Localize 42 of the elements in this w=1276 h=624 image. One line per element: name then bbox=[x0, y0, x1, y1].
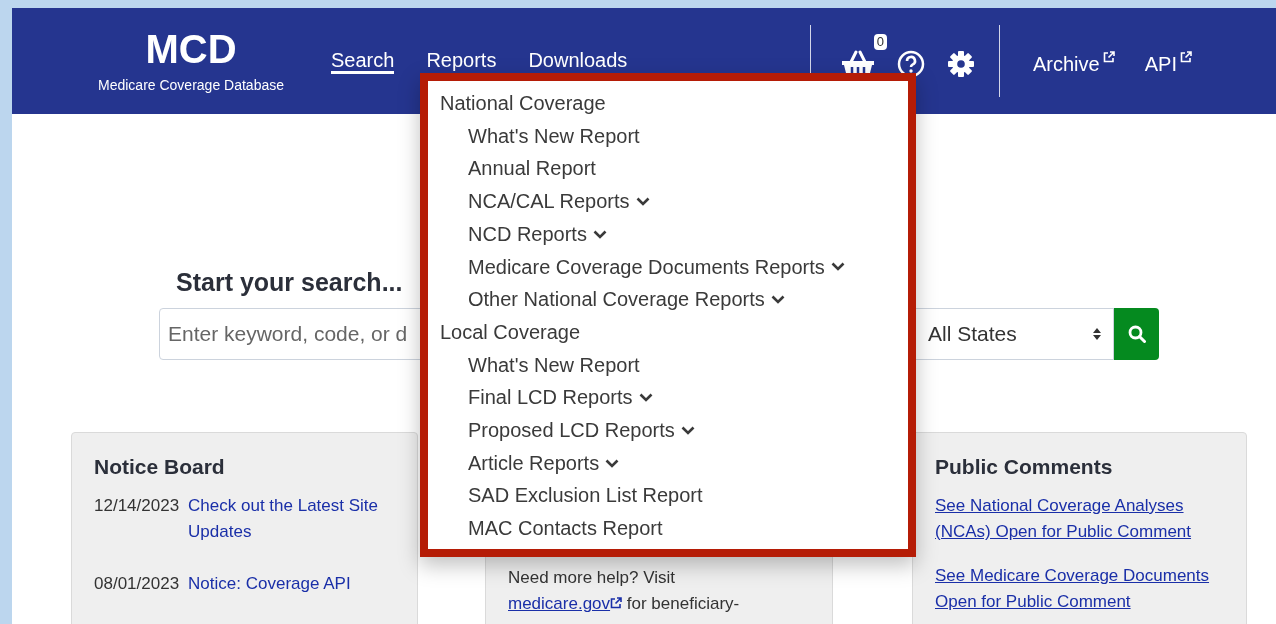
menu-item[interactable]: SAD Exclusion List Report bbox=[440, 479, 908, 513]
site-logo[interactable]: MCD bbox=[145, 29, 237, 69]
cart-count-badge: 0 bbox=[873, 34, 887, 50]
nav-link[interactable]: Downloads bbox=[528, 48, 628, 74]
menu-section-heading[interactable]: Local Coverage bbox=[440, 315, 908, 349]
external-link[interactable]: Archive bbox=[1033, 52, 1115, 76]
menu-item[interactable]: Proposed LCD Reports bbox=[440, 414, 908, 447]
site-subtitle: Medicare Coverage Database bbox=[98, 77, 284, 93]
card-title: Notice Board bbox=[94, 455, 226, 479]
menu-item[interactable]: Final LCD Reports bbox=[440, 381, 908, 415]
help-text: Need more help? Visit medicare.gov for beneficiary- bbox=[508, 567, 741, 615]
notice-link[interactable]: Notice: Coverage API bbox=[188, 571, 351, 597]
search-button[interactable] bbox=[1114, 308, 1159, 360]
external-link-icon bbox=[610, 597, 623, 609]
medicare-link[interactable]: medicare.gov bbox=[508, 594, 623, 613]
notice-date: 12/14/2023 bbox=[94, 495, 180, 517]
settings-icon[interactable] bbox=[947, 50, 975, 78]
external-link-icon bbox=[1179, 50, 1192, 63]
notice-date: 08/01/2023 bbox=[94, 573, 180, 595]
external-link-icon bbox=[1102, 50, 1115, 63]
menu-item[interactable]: Other National Coverage Reports bbox=[440, 283, 908, 316]
search-heading: Start your search... bbox=[176, 267, 403, 298]
menu-item[interactable]: Medicare Coverage Documents Reports bbox=[440, 250, 908, 284]
menu-item[interactable]: Article Reports bbox=[440, 446, 908, 480]
help-icon[interactable] bbox=[897, 50, 925, 78]
state-select[interactable]: All States bbox=[915, 308, 1114, 360]
menu-item[interactable]: NCA/CAL Reports bbox=[440, 185, 908, 218]
notice-link[interactable]: Check out the Latest Site Updates bbox=[188, 493, 395, 545]
sort-arrows-icon bbox=[1093, 328, 1101, 340]
external-link[interactable]: API bbox=[1144, 52, 1192, 76]
nav-link[interactable]: Reports bbox=[426, 48, 497, 74]
menu-item[interactable]: What's New Report bbox=[440, 119, 908, 153]
card-title: Public Comments bbox=[935, 455, 1114, 479]
nav-link[interactable]: Search bbox=[331, 48, 395, 74]
search-icon bbox=[1127, 325, 1146, 343]
menu-item[interactable]: Annual Report bbox=[440, 152, 908, 186]
menu-item[interactable]: NCD Reports bbox=[440, 217, 908, 251]
public-comment-link[interactable]: See Medicare Coverage Documents Open for Public Comment bbox=[935, 563, 1224, 615]
public-comment-link[interactable]: See National Coverage Analyses (NCAs) Open for Public Comment bbox=[935, 493, 1224, 545]
menu-item[interactable]: What's New Report bbox=[440, 348, 908, 382]
menu-item[interactable]: MAC Contacts Report bbox=[440, 512, 908, 545]
menu-section-heading[interactable]: National Coverage bbox=[440, 87, 908, 120]
